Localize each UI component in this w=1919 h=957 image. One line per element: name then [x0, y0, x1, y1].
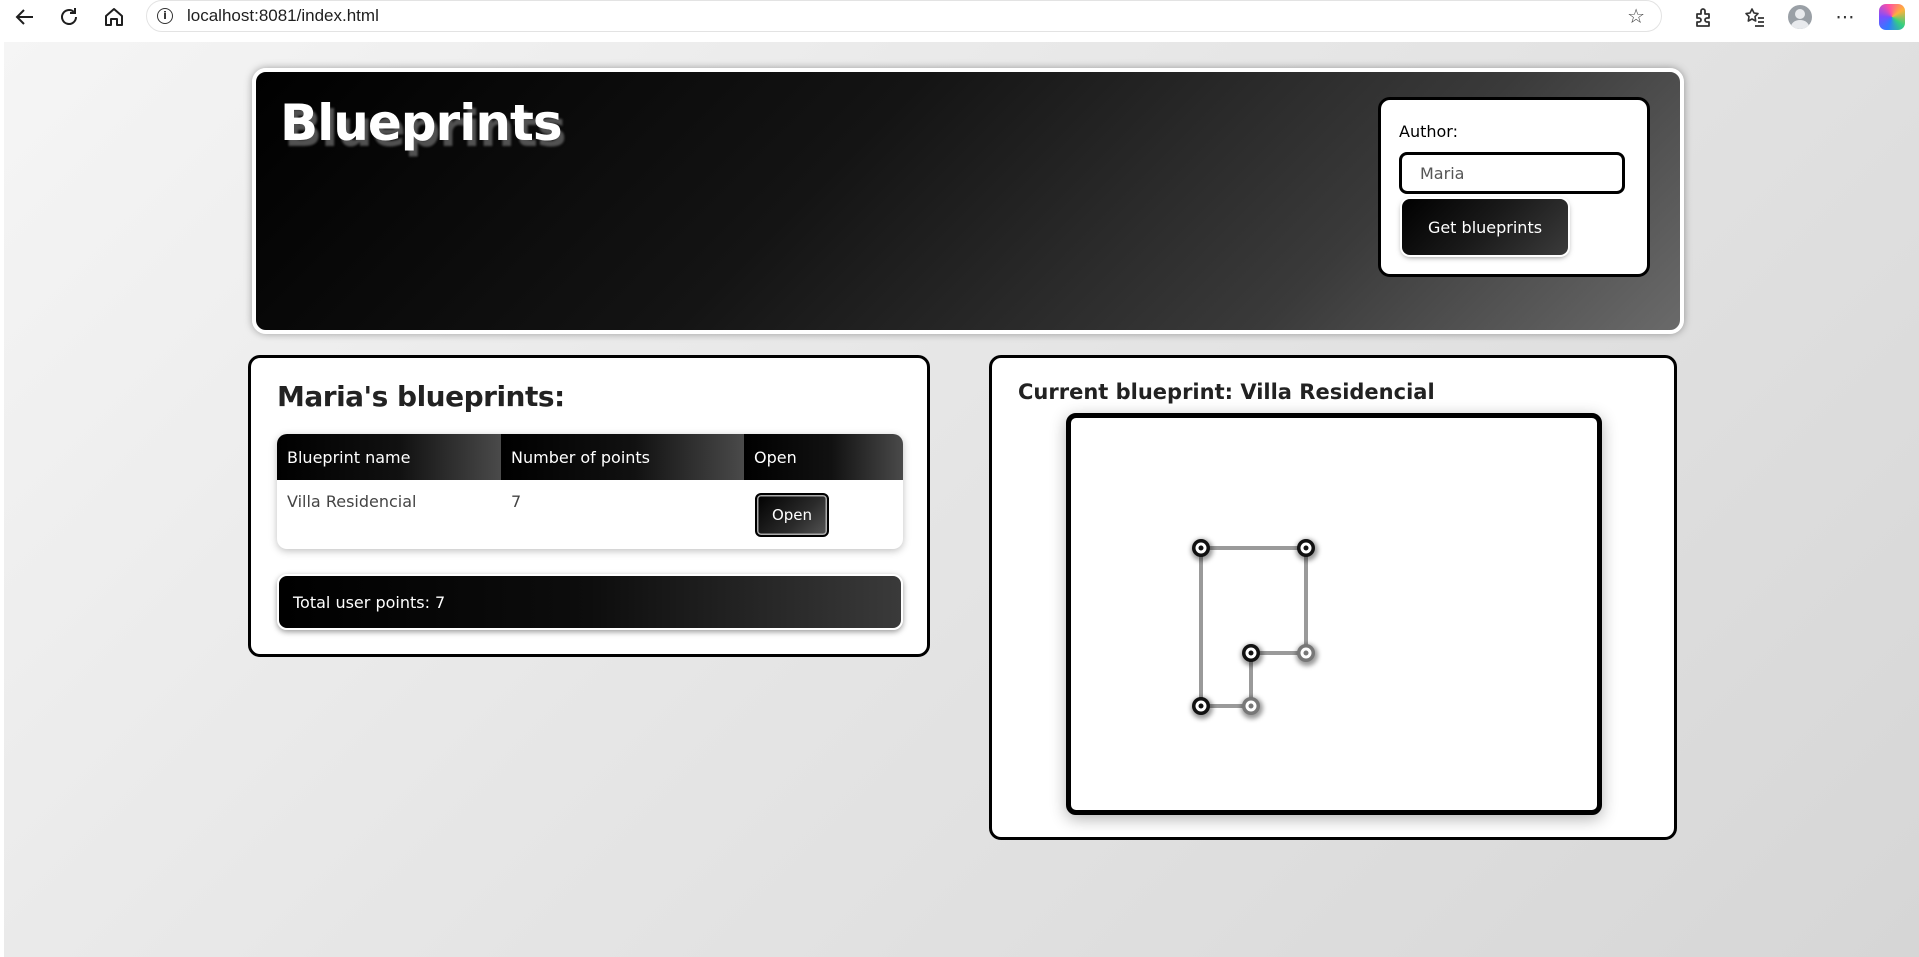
- url-text: localhost:8081/index.html: [187, 6, 379, 25]
- address-bar[interactable]: i localhost:8081/index.html ☆: [146, 0, 1662, 32]
- page-title: Blueprints: [280, 94, 563, 152]
- blueprint-drawing: [1191, 539, 1318, 719]
- copilot-icon[interactable]: [1877, 2, 1907, 32]
- blueprint-point: [1191, 697, 1213, 719]
- blueprint-point: [1241, 697, 1263, 719]
- current-blueprint-title: Current blueprint: Villa Residencial: [1018, 380, 1435, 404]
- blueprint-point: [1241, 644, 1263, 666]
- get-blueprints-button[interactable]: Get blueprints: [1402, 199, 1568, 255]
- column-header-open: Open: [744, 434, 903, 480]
- blueprints-table: Blueprint name Number of points Open Vil…: [277, 434, 903, 549]
- favorites-list-icon[interactable]: [1740, 2, 1770, 32]
- blueprints-panel: Maria's blueprints: Blueprint name Numbe…: [248, 355, 930, 657]
- column-header-points: Number of points: [501, 434, 744, 480]
- blueprint-open-cell: Open: [744, 480, 903, 549]
- blueprint-point: [1296, 539, 1318, 561]
- browser-toolbar: i localhost:8081/index.html ☆ ⋯: [0, 0, 1919, 36]
- current-blueprint-panel: Current blueprint: Villa Residencial: [989, 355, 1677, 840]
- author-label: Author:: [1399, 122, 1458, 141]
- blueprint-points-cell: 7: [511, 492, 522, 511]
- favorite-star-icon[interactable]: ☆: [1627, 5, 1645, 27]
- author-form: Author: Get blueprints: [1378, 97, 1650, 277]
- more-menu-icon[interactable]: ⋯: [1830, 2, 1860, 32]
- profile-avatar-icon[interactable]: [1785, 2, 1815, 32]
- table-row: Villa Residencial 7 Open: [277, 480, 903, 549]
- author-input[interactable]: [1399, 152, 1625, 194]
- site-info-icon[interactable]: i: [157, 8, 173, 24]
- page-header: Blueprints Author: Get blueprints: [252, 68, 1684, 334]
- blueprint-point: [1191, 539, 1213, 561]
- extensions-icon[interactable]: [1689, 2, 1719, 32]
- blueprints-heading: Maria's blueprints:: [277, 380, 565, 413]
- total-points-bar: Total user points: 7: [277, 574, 903, 630]
- blueprint-name-cell: Villa Residencial: [287, 492, 417, 511]
- back-arrow-icon[interactable]: [10, 2, 40, 32]
- open-blueprint-button[interactable]: Open: [755, 493, 829, 537]
- refresh-icon[interactable]: [54, 2, 84, 32]
- page-viewport: Blueprints Author: Get blueprints Maria'…: [4, 42, 1919, 957]
- blueprints-table-wrapper: Blueprint name Number of points Open Vil…: [277, 434, 903, 549]
- home-icon[interactable]: [99, 2, 129, 32]
- blueprint-point: [1296, 644, 1318, 666]
- blueprint-canvas[interactable]: [1066, 413, 1602, 815]
- column-header-name: Blueprint name: [277, 434, 501, 480]
- table-header-row: Blueprint name Number of points Open: [277, 434, 903, 480]
